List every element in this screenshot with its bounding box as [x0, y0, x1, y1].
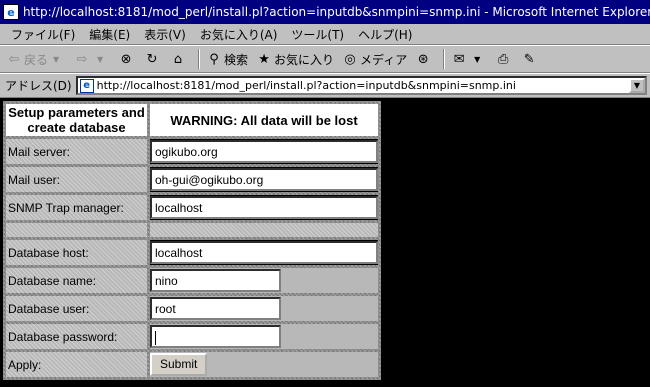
edit-button[interactable]: ✎	[521, 51, 539, 67]
print-icon: ⎙	[498, 51, 509, 67]
media-label: メディア	[360, 52, 408, 67]
mail-server-label: Mail server:	[6, 139, 147, 164]
table-row: Database user: root	[6, 296, 378, 321]
refresh-icon: ↻	[146, 51, 158, 67]
back-arrow-icon: ⇦	[8, 51, 20, 67]
table-row: Apply: Submit	[6, 352, 378, 377]
db-name-label: Database name:	[6, 268, 147, 293]
chevron-down-icon: ▼	[52, 54, 60, 64]
address-url[interactable]: http://localhost:8181/mod_perl/install.p…	[97, 79, 629, 92]
history-icon: ⊛	[417, 51, 429, 67]
favorites-icon: ★	[258, 51, 270, 67]
page-icon: e	[79, 78, 94, 93]
favorites-button[interactable]: ★ お気に入り	[256, 51, 334, 68]
db-name-input[interactable]: nino	[150, 269, 281, 292]
refresh-button[interactable]: ↻	[144, 51, 162, 67]
search-button[interactable]: ⚲ 検索	[206, 51, 248, 68]
mail-user-input[interactable]: oh-gui@ogikubo.org	[150, 168, 378, 191]
back-button[interactable]: ⇦ 戻る ▼	[6, 51, 66, 68]
address-input[interactable]: e http://localhost:8181/mod_perl/install…	[75, 76, 647, 95]
db-password-label: Database password:	[6, 324, 147, 349]
stop-button[interactable]: ⊗	[118, 51, 136, 67]
table-row: Mail user: oh-gui@ogikubo.org	[6, 167, 378, 192]
media-button[interactable]: ◎ メディア	[342, 51, 407, 68]
forward-button[interactable]: ⇨ ▼	[74, 51, 110, 67]
warning-text: WARNING: All data will be lost	[150, 104, 378, 136]
menu-help[interactable]: ヘルプ(H)	[351, 26, 419, 43]
mail-button[interactable]: ✉ ▼	[451, 51, 487, 67]
db-user-label: Database user:	[6, 296, 147, 321]
toolbar-separator	[198, 49, 201, 69]
toolbar: ⇦ 戻る ▼ ⇨ ▼ ⊗ ↻ ⌂ ⚲ 検索 ★ お気に入り ◎ メディア ⊛ ✉…	[0, 45, 650, 73]
search-label: 検索	[224, 52, 249, 67]
menu-file[interactable]: ファイル(F)	[4, 26, 82, 43]
menu-bar: ファイル(F) 編集(E) 表示(V) お気に入り(A) ツール(T) ヘルプ(…	[0, 24, 650, 45]
menu-view[interactable]: 表示(V)	[137, 26, 193, 43]
db-host-label: Database host:	[6, 240, 147, 265]
home-button[interactable]: ⌂	[170, 51, 188, 67]
window-titlebar: e http://localhost:8181/mod_perl/install…	[0, 0, 650, 24]
address-dropdown-icon[interactable]: ▼	[629, 78, 645, 93]
page-content: Setup parameters and create database WAR…	[0, 98, 650, 387]
snmp-trap-label: SNMP Trap manager:	[6, 195, 147, 220]
mail-user-label: Mail user:	[6, 167, 147, 192]
address-label: アドレス(D)	[5, 79, 72, 93]
form-header-row: Setup parameters and create database WAR…	[6, 104, 378, 136]
spacer-cell	[150, 223, 378, 237]
table-row: Database name: nino	[6, 268, 378, 293]
edit-icon: ✎	[523, 51, 535, 67]
back-label: 戻る	[24, 52, 49, 67]
stop-icon: ⊗	[120, 51, 132, 67]
spacer-cell	[6, 223, 147, 237]
form-header-title: Setup parameters and create database	[6, 104, 147, 136]
window-title: http://localhost:8181/mod_perl/install.p…	[22, 5, 650, 19]
table-row: Database host: localhost	[6, 240, 378, 265]
text-caret	[155, 330, 156, 345]
menu-favorites[interactable]: お気に入り(A)	[193, 26, 285, 43]
ie-icon: e	[3, 4, 19, 20]
address-bar: アドレス(D) e http://localhost:8181/mod_perl…	[0, 73, 650, 98]
mail-server-input[interactable]: ogikubo.org	[150, 140, 378, 163]
snmp-trap-input[interactable]: localhost	[150, 196, 378, 219]
menu-tools[interactable]: ツール(T)	[284, 26, 351, 43]
db-host-input[interactable]: localhost	[150, 241, 378, 264]
table-row: Database password:	[6, 324, 378, 349]
spacer-row	[6, 223, 378, 237]
db-user-input[interactable]: root	[150, 297, 281, 320]
chevron-down-icon: ▼	[474, 54, 481, 64]
table-row: Mail server: ogikubo.org	[6, 139, 378, 164]
media-icon: ◎	[344, 51, 356, 67]
forward-arrow-icon: ⇨	[76, 51, 88, 67]
mail-icon: ✉	[453, 51, 465, 67]
menu-edit[interactable]: 編集(E)	[82, 26, 137, 43]
search-icon: ⚲	[209, 51, 219, 67]
db-password-input[interactable]	[150, 325, 281, 348]
print-button[interactable]: ⎙	[495, 51, 513, 67]
submit-button[interactable]: Submit	[150, 353, 208, 376]
history-button[interactable]: ⊛	[415, 51, 433, 67]
setup-form: Setup parameters and create database WAR…	[3, 101, 381, 380]
apply-label: Apply:	[6, 352, 147, 377]
chevron-down-icon: ▼	[96, 54, 104, 64]
toolbar-separator	[443, 49, 446, 69]
home-icon: ⌂	[173, 51, 183, 67]
table-row: SNMP Trap manager: localhost	[6, 195, 378, 220]
favorites-label: お気に入り	[274, 52, 335, 67]
